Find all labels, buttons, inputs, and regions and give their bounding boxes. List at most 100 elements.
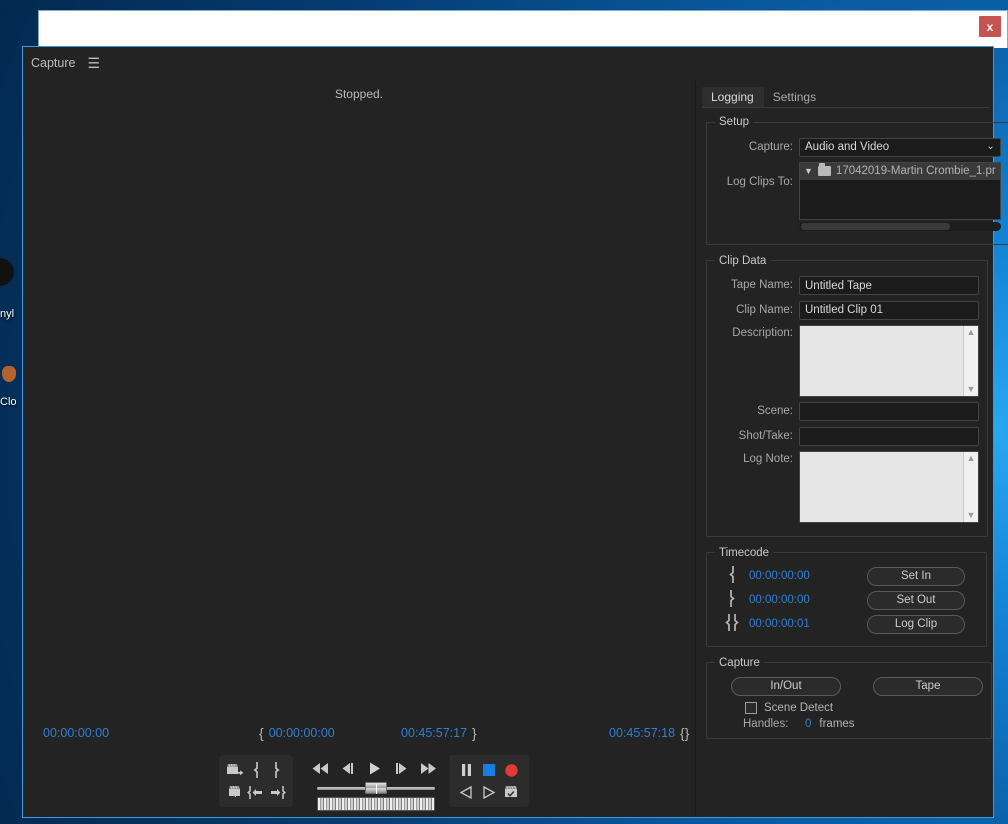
record-controls-group [449,755,529,807]
project-tree-hscrollbar[interactable] [799,221,1001,231]
record-button[interactable] [502,760,522,780]
transport-controls [23,749,695,817]
close-button[interactable]: x [979,16,1001,37]
in-point-icon [715,565,749,587]
description-scrollbar[interactable]: ▲ ▼ [963,325,978,396]
scene-detect-checkbox[interactable] [745,701,757,714]
shuttle-slider[interactable] [317,782,435,794]
duration-icon [715,613,749,635]
step-forward-button[interactable] [392,759,411,777]
jog-wheel[interactable] [317,797,435,811]
scrollbar-thumb[interactable] [801,222,951,230]
capture-mode-label: Capture: [748,140,793,153]
panel-tabs: Logging Settings [702,85,989,107]
setup-legend: Setup [719,116,750,128]
step-back-button[interactable] [338,759,357,777]
current-timecode[interactable]: 00:00:00:00 [43,726,109,740]
chevron-down-icon[interactable]: ▼ [804,166,813,176]
capture-section: Capture In/Out Tape Scene Detect Handles… [706,656,992,739]
tab-logging[interactable]: Logging [702,87,764,107]
duration-timecode-value: 00:45:57:18 [609,726,676,740]
capture-monitor-column: Stopped. 00:00:00:00 { 00:00:00:00 00:45… [23,79,695,817]
description-input[interactable] [800,325,963,396]
capture-window: Capture ☰ Stopped. 00:00:00:00 { 00:00:0… [22,46,1008,818]
log-clapper-button[interactable] [502,782,522,802]
timecode-duration-row: 00:00:00:01 Log Clip [715,613,978,635]
setup-section: Setup Capture: Audio and Video ⌄ Log Cli… [706,116,1008,245]
folder-icon [817,163,831,176]
clip-data-section: Clip Data Tape Name: Clip Name: Descript… [706,254,988,537]
scene-row: Scene: [715,402,979,421]
log-note-input[interactable] [800,451,963,522]
scan-back-button[interactable] [456,782,476,802]
set-out-button[interactable]: Set Out [867,590,965,610]
scene-detect-row: Scene Detect [745,701,983,714]
handles-value[interactable]: 0 [805,718,811,730]
goto-out-button[interactable] [267,782,287,802]
clip-data-legend: Clip Data [719,254,767,267]
log-clip-button[interactable]: Log Clip [867,614,965,634]
playback-nav-group [311,759,439,777]
project-tree-item-label: 17042019-Martin Crombie_1.pr [835,165,996,177]
fast-forward-button[interactable] [419,759,438,777]
timecode-duration-value[interactable]: 00:00:00:01 [749,618,867,630]
timecode-in-value[interactable]: 00:00:00:00 [749,570,867,582]
scroll-down-icon[interactable]: ▼ [967,384,976,394]
pause-button[interactable] [456,760,476,780]
in-point-timecode-value: 00:00:00:00 [268,726,335,740]
set-in-clapper-button[interactable] [225,760,245,780]
hamburger-menu-icon[interactable]: ☰ [87,56,100,70]
log-clips-label: Log Clips To: [726,175,793,188]
set-out-clapper-button[interactable] [225,782,245,802]
scroll-up-icon[interactable]: ▲ [967,327,976,337]
stop-button[interactable] [479,760,499,780]
tab-underline [702,107,989,108]
scroll-down-icon[interactable]: ▼ [967,510,976,520]
background-window: x [38,10,1008,48]
scene-input[interactable] [799,402,979,421]
in-point-icon: { [259,725,264,741]
out-point-timecode-value: 00:45:57:17 [401,726,468,740]
log-note-row: Log Note: ▲ ▼ [715,450,979,523]
capture-in-out-button[interactable]: In/Out [731,676,841,696]
project-tree-item[interactable]: ▼ 17042019-Martin Crombie_1.pr [800,162,1000,180]
shot-take-label: Shot/Take: [738,429,793,442]
timecode-section: Timecode 00:00:00:00 Set In 00:00:00:00 … [706,546,987,647]
scan-forward-button[interactable] [479,782,499,802]
shuttle-thumb[interactable] [365,782,387,794]
goto-in-button[interactable] [246,782,266,802]
timecode-out-value[interactable]: 00:00:00:00 [749,594,867,606]
in-point-timecode[interactable]: { 00:00:00:00 [259,725,335,741]
play-button[interactable] [365,759,384,777]
capture-mode-row: Capture: Audio and Video ⌄ [715,137,1001,157]
clip-name-input[interactable] [799,300,979,320]
clip-name-row: Clip Name: [715,300,979,320]
mark-in-button[interactable] [246,760,266,780]
scroll-up-icon[interactable]: ▲ [967,453,976,463]
out-point-timecode[interactable]: 00:45:57:17 } [401,725,477,741]
capture-buttons-row: In/Out Tape [731,676,983,696]
scene-label: Scene: [757,405,793,418]
description-label: Description: [732,326,793,339]
handles-unit: frames [819,717,855,730]
mark-buttons-group [219,755,293,807]
scene-detect-label: Scene Detect [764,701,834,714]
set-in-button[interactable]: Set In [867,566,965,586]
project-tree[interactable]: ▼ 17042019-Martin Crombie_1.pr [799,161,1001,220]
capture-tape-button[interactable]: Tape [873,676,983,696]
duration-timecode[interactable]: 00:45:57:18 {} [609,725,689,741]
tape-name-input[interactable] [799,276,979,295]
handles-row: Handles: 0 frames [743,718,983,730]
shot-take-input[interactable] [799,426,979,446]
rewind-button[interactable] [311,759,330,777]
timecode-legend: Timecode [719,546,770,559]
mark-out-button[interactable] [267,760,287,780]
log-note-scrollbar[interactable]: ▲ ▼ [963,451,978,522]
handles-label: Handles: [743,717,789,730]
monitor-timecode-bar: 00:00:00:00 { 00:00:00:00 00:45:57:17 } … [23,717,695,749]
capture-window-header: Capture ☰ [23,47,993,79]
tab-settings[interactable]: Settings [764,87,826,107]
capture-mode-select[interactable]: Audio and Video [799,137,1001,157]
video-preview-area[interactable] [23,109,695,717]
capture-status-text: Stopped. [334,87,384,101]
